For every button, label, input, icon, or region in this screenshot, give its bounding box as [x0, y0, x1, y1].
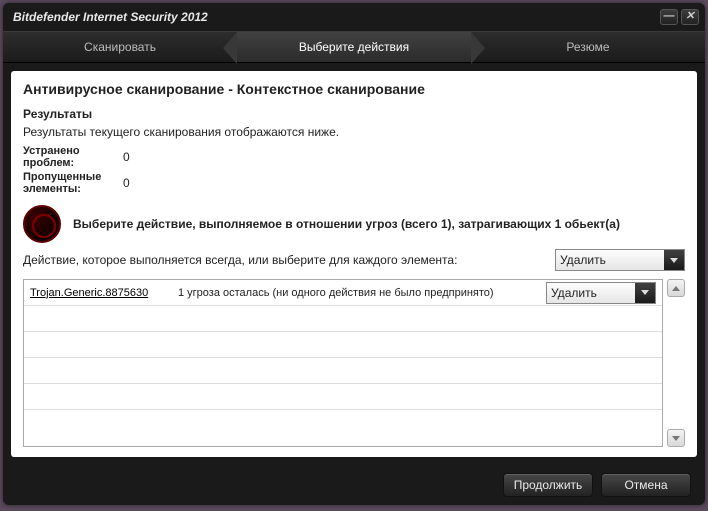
threat-name-link[interactable]: Trojan.Generic.8875630 [30, 287, 170, 299]
minimize-button[interactable]: — [660, 9, 678, 25]
stat-skipped-value: 0 [123, 176, 183, 190]
tab-scan[interactable]: Сканировать [3, 32, 237, 62]
app-title: Bitdefender Internet Security 2012 [13, 10, 208, 24]
threat-icon [23, 205, 61, 243]
threat-status: 1 угроза осталась (ни одного действия не… [178, 287, 538, 299]
scroll-down-button[interactable] [667, 429, 685, 447]
stat-skipped-label: Пропущенные элементы: [23, 171, 123, 195]
threat-grid-wrap: Trojan.Generic.8875630 1 угроза осталась… [23, 279, 685, 447]
table-row [24, 306, 662, 332]
threat-action-value: Удалить [551, 286, 597, 300]
global-action-value: Удалить [560, 253, 606, 267]
stat-fixed-value: 0 [123, 150, 183, 164]
cancel-button[interactable]: Отмена [601, 473, 691, 497]
global-action-label: Действие, которое выполняется всегда, ил… [23, 253, 555, 267]
threat-grid: Trojan.Generic.8875630 1 угроза осталась… [23, 279, 663, 447]
chevron-down-icon [664, 250, 684, 270]
close-button[interactable]: ✕ [681, 9, 699, 25]
threat-banner-text: Выберите действие, выполняемое в отношен… [73, 217, 685, 231]
footer: Продолжить Отмена [3, 465, 705, 505]
results-heading: Результаты [23, 107, 685, 121]
tab-choose-actions[interactable]: Выберите действия [237, 32, 471, 62]
page-title: Антивирусное сканирование - Контекстное … [23, 81, 685, 97]
content-pane: Антивирусное сканирование - Контекстное … [11, 71, 697, 457]
stat-skipped: Пропущенные элементы: 0 [23, 171, 685, 195]
titlebar: Bitdefender Internet Security 2012 — ✕ [3, 3, 705, 31]
stat-fixed-label: Устранено проблем: [23, 145, 123, 169]
tab-scan-label: Сканировать [84, 40, 156, 54]
continue-label: Продолжить [514, 478, 583, 492]
cancel-label: Отмена [624, 478, 667, 492]
tab-choose-label: Выберите действия [299, 40, 409, 54]
wizard-steps: Сканировать Выберите действия Резюме [3, 31, 705, 63]
table-row: Trojan.Generic.8875630 1 угроза осталась… [24, 280, 662, 306]
scroll-up-button[interactable] [667, 279, 685, 297]
stat-fixed: Устранено проблем: 0 [23, 145, 685, 169]
scroll-rail [667, 279, 685, 447]
tab-resume[interactable]: Резюме [471, 32, 705, 62]
threat-action-select[interactable]: Удалить [546, 282, 656, 304]
results-description: Результаты текущего сканирования отображ… [23, 125, 685, 139]
threat-banner: Выберите действие, выполняемое в отношен… [23, 205, 685, 243]
global-action-row: Действие, которое выполняется всегда, ил… [23, 249, 685, 271]
tab-resume-label: Резюме [566, 40, 609, 54]
continue-button[interactable]: Продолжить [503, 473, 593, 497]
app-window: Bitdefender Internet Security 2012 — ✕ С… [3, 3, 705, 505]
chevron-down-icon [635, 283, 655, 303]
table-row [24, 332, 662, 358]
global-action-select[interactable]: Удалить [555, 249, 685, 271]
table-row [24, 358, 662, 384]
table-row [24, 384, 662, 410]
